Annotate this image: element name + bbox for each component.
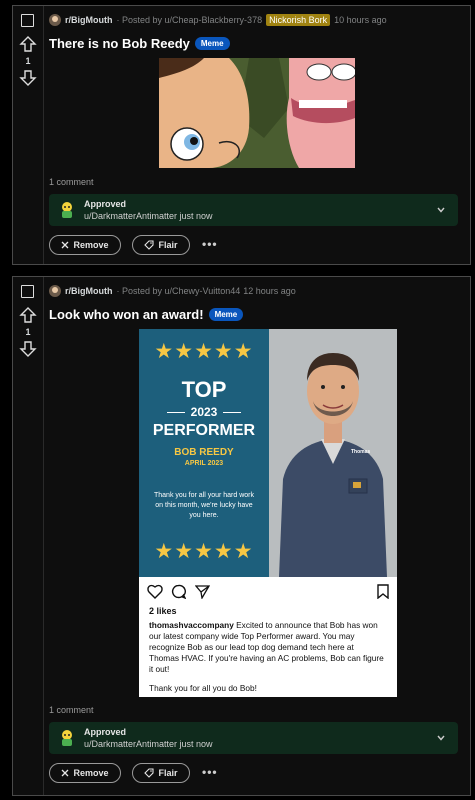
remove-label: Remove xyxy=(73,240,109,250)
approved-label: Approved xyxy=(84,199,127,209)
post-title[interactable]: Look who won an award! xyxy=(49,307,204,322)
instagram-post-area: 2 likes thomashvaccompany Excited to ann… xyxy=(139,577,397,697)
upvote-icon[interactable] xyxy=(19,306,37,324)
post-title[interactable]: There is no Bob Reedy xyxy=(49,36,190,51)
close-icon xyxy=(62,769,69,777)
vote-score: 1 xyxy=(25,327,31,337)
company-logo: Thomas xyxy=(351,449,371,455)
approval-banner[interactable]: Approved u/DarkmatterAntimatter just now xyxy=(49,194,458,226)
post-body: r/BigMouth · Posted by u/Chewy-Vuitton44… xyxy=(44,277,470,795)
award-year: 2023 xyxy=(139,405,269,419)
flair-label: Flair xyxy=(158,240,178,250)
select-checkbox-icon[interactable] xyxy=(21,285,34,298)
approved-by: u/DarkmatterAntimatter just now xyxy=(84,739,213,749)
subreddit-link[interactable]: r/BigMouth xyxy=(65,286,113,296)
approved-by: u/DarkmatterAntimatter just now xyxy=(84,211,213,221)
flair-button[interactable]: Flair xyxy=(132,235,190,255)
award-year-text: 2023 xyxy=(190,405,218,419)
award-top: TOP xyxy=(181,377,227,402)
chevron-down-icon[interactable] xyxy=(436,205,446,215)
remove-label: Remove xyxy=(73,768,109,778)
more-options-button[interactable]: ••• xyxy=(202,765,218,779)
stars-bottom: ★★★★★ xyxy=(154,540,254,563)
comment-count[interactable]: 1 comment xyxy=(49,705,94,715)
tag-icon xyxy=(144,768,155,778)
post-title-row: Look who won an award! Meme xyxy=(49,307,244,322)
mod-avatar-icon xyxy=(62,202,72,218)
subreddit-avatar-icon[interactable] xyxy=(49,14,61,26)
post-title-row: There is no Bob Reedy Meme xyxy=(49,36,230,51)
approved-label: Approved xyxy=(84,727,127,737)
award-performer: PERFORMER xyxy=(152,422,256,439)
instagram-caption: thomashvaccompany Excited to announce th… xyxy=(149,620,385,675)
select-checkbox-icon[interactable] xyxy=(21,14,34,27)
meme-tag[interactable]: Meme xyxy=(208,308,244,321)
posted-by[interactable]: · Posted by u/Cheap-Blackberry-378 xyxy=(117,15,263,25)
vote-column: 1 xyxy=(13,6,44,264)
post-meta: r/BigMouth · Posted by u/Chewy-Vuitton44… xyxy=(49,284,466,298)
flair-button[interactable]: Flair xyxy=(132,763,190,783)
more-options-button[interactable]: ••• xyxy=(202,237,218,251)
cartoon-illustration xyxy=(159,58,355,168)
downvote-icon[interactable] xyxy=(19,69,37,87)
chevron-down-icon[interactable] xyxy=(436,733,446,743)
posted-by[interactable]: · Posted by u/Chewy-Vuitton44 xyxy=(117,286,241,296)
heart-icon[interactable] xyxy=(147,584,163,599)
vote-score: 1 xyxy=(25,56,31,66)
flair-label: Flair xyxy=(158,768,178,778)
approval-banner[interactable]: Approved u/DarkmatterAntimatter just now xyxy=(49,722,458,754)
vote-column: 1 xyxy=(13,277,44,795)
instagram-account: thomashvaccompany xyxy=(149,620,234,630)
post-card-2: 1 r/BigMouth · Posted by u/Chewy-Vuitton… xyxy=(12,276,471,796)
upvote-icon[interactable] xyxy=(19,35,37,53)
tag-icon xyxy=(144,240,155,250)
comment-count[interactable]: 1 comment xyxy=(49,177,94,187)
employee-photo: Thomas xyxy=(269,329,397,577)
award-name: BOB REEDY xyxy=(174,447,234,458)
bookmark-icon[interactable] xyxy=(377,584,389,599)
subreddit-avatar-icon[interactable] xyxy=(49,285,61,297)
mod-avatar-icon xyxy=(62,730,72,746)
post-time: 10 hours ago xyxy=(334,15,387,25)
subreddit-link[interactable]: r/BigMouth xyxy=(65,15,113,25)
award-thanks: Thank you for all your hard work on this… xyxy=(154,492,254,519)
post-time: 12 hours ago xyxy=(243,286,296,296)
instagram-caption-closing: Thank you for all you do Bob! xyxy=(149,683,257,693)
employee-illustration xyxy=(269,329,397,577)
instagram-actions xyxy=(147,584,389,600)
post-image-cartoon[interactable] xyxy=(159,58,355,168)
stars-top: ★★★★★ xyxy=(154,340,254,363)
user-flair: Nickorish Bork xyxy=(266,14,331,26)
post-image-award[interactable]: Thomas ★★★★★ TOP 2023 PERFORMER BOB REED… xyxy=(139,329,397,697)
downvote-icon[interactable] xyxy=(19,340,37,358)
likes-count: 2 likes xyxy=(149,606,177,616)
post-meta: r/BigMouth · Posted by u/Cheap-Blackberr… xyxy=(49,13,466,27)
remove-button[interactable]: Remove xyxy=(49,235,121,255)
send-icon[interactable] xyxy=(195,584,210,599)
comment-icon[interactable] xyxy=(171,584,186,599)
remove-button[interactable]: Remove xyxy=(49,763,121,783)
close-icon xyxy=(62,241,69,249)
post-card-1: 1 r/BigMouth · Posted by u/Cheap-Blackbe… xyxy=(12,5,471,265)
award-month: APRIL 2023 xyxy=(184,460,224,467)
post-body: r/BigMouth · Posted by u/Cheap-Blackberr… xyxy=(44,6,470,264)
meme-tag[interactable]: Meme xyxy=(194,37,230,50)
award-graphic: Thomas ★★★★★ TOP 2023 PERFORMER BOB REED… xyxy=(139,329,397,577)
